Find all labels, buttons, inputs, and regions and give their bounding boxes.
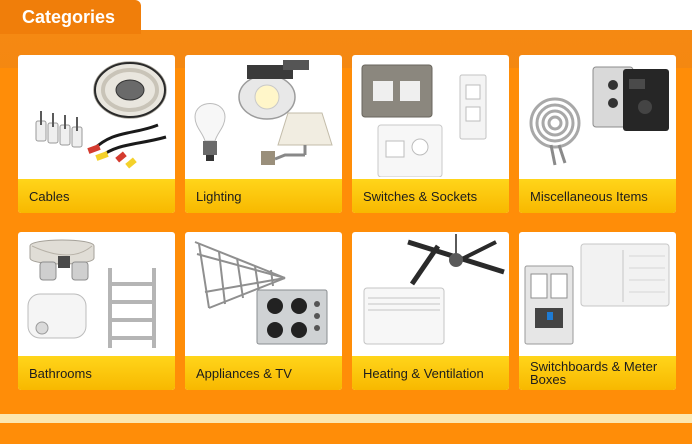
category-label-bar: Lighting [185,179,342,213]
category-card-cables[interactable]: Cables [18,55,175,213]
category-label-bar: Heating & Ventilation [352,356,509,390]
category-label-bar: Appliances & TV [185,356,342,390]
heating-ventilation-image [363,234,505,345]
switchboards-meter-boxes-image [524,243,670,345]
category-card-switchboards-meter-boxes[interactable]: Switchboards & Meter Boxes [519,232,676,390]
category-card-appliances-tv[interactable]: Appliances & TV [185,232,342,390]
switches-sockets-image [361,64,487,177]
category-label-bar: Switches & Sockets [352,179,509,213]
bathrooms-image [27,239,156,348]
category-card-switches-sockets[interactable]: Switches & Sockets [352,55,509,213]
bottom-strip [0,414,692,423]
miscellaneous-items-image [529,66,669,166]
categories-tab: Categories [0,0,141,34]
category-label-bar: Miscellaneous Items [519,179,676,213]
category-label: Lighting [196,188,242,204]
appliances-tv-image [194,241,328,345]
category-card-miscellaneous-items[interactable]: Miscellaneous Items [519,55,676,213]
panel-title: Categories [22,7,116,27]
category-label-bar: Bathrooms [18,356,175,390]
category-label: Switches & Sockets [363,188,478,204]
category-card-bathrooms[interactable]: Bathrooms [18,232,175,390]
category-label: Heating & Ventilation [363,365,484,381]
category-label-bar: Cables [18,179,175,213]
category-card-lighting[interactable]: Lighting [185,55,342,213]
category-label: Switchboards & Meter Boxes [530,359,658,387]
category-label: Appliances & TV [196,365,292,381]
lighting-image [194,60,333,165]
category-card-heating-ventilation[interactable]: Heating & Ventilation [352,232,509,390]
category-label-bar: Switchboards & Meter Boxes [519,356,676,390]
category-label: Cables [29,188,70,204]
cables-image [35,61,167,169]
category-label: Bathrooms [29,365,92,381]
category-label: Miscellaneous Items [530,188,648,204]
categories-panel: Categories Cables Lighting Switches & So… [0,0,692,444]
